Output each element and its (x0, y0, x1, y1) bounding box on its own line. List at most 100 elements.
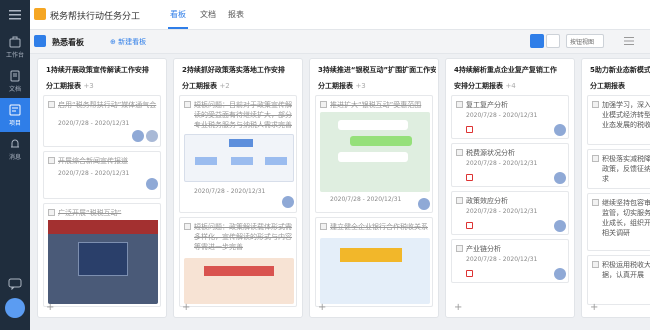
task-checkbox[interactable] (320, 101, 327, 108)
alert-icon (466, 270, 473, 277)
view-select[interactable]: 按钮视图 (566, 34, 604, 48)
add-card-button[interactable]: + (182, 302, 190, 313)
task-checkbox[interactable] (48, 101, 55, 108)
task-title: 启用“税务帮扶行动”媒体通气会 (58, 101, 157, 109)
task-card[interactable]: 推进扩大“银税互动”受惠范围 2020/7/28 - 2020/12/31 (315, 95, 433, 213)
task-checkbox[interactable] (592, 101, 599, 108)
task-date: 2020/7/28 - 2020/12/31 (466, 208, 538, 215)
task-title: 税费源状况分析 (466, 149, 515, 157)
task-checkbox[interactable] (48, 157, 55, 164)
task-checkbox[interactable] (184, 223, 191, 230)
column-title: 4持续解析重点企业复产复销工作 (454, 66, 557, 74)
card-image-banner (48, 220, 158, 234)
column-subtitle: 分工期报表 +3 (318, 81, 366, 91)
task-card[interactable]: 建立健全企业银行合作税收关系 (315, 217, 433, 307)
task-checkbox[interactable] (592, 199, 599, 206)
task-checkbox[interactable] (592, 155, 599, 162)
task-title: 建立健全企业银行合作税收关系 (330, 223, 428, 231)
board-column: 2持续抓好政策落实落地工作安排 分工期报表 +2 短板问题：目前对于政策宣传解读… (173, 58, 303, 318)
add-card-button[interactable]: + (590, 302, 598, 313)
task-card[interactable]: 开展综合新闻宣传报道 2020/7/28 - 2020/12/31 (43, 151, 161, 199)
task-card[interactable]: 产业链分析 2020/7/28 - 2020/12/31 (451, 239, 569, 283)
task-title: 积极落实减税降费政策，反馈征纳需求 (602, 155, 650, 183)
sidebar-item-docs[interactable]: 文档 (0, 64, 30, 98)
task-title: 政策效应分析 (466, 197, 508, 205)
task-title: 推进扩大“银税互动”受惠范围 (330, 101, 422, 109)
task-card[interactable]: 继续坚持包容审慎监管，切实服务企业成长，组织开展相关调研 (587, 193, 650, 251)
sidebar-item-label: 文档 (8, 85, 21, 93)
column-subtitle-text: 安排分工期报表 (454, 82, 503, 90)
user-avatar[interactable] (5, 298, 25, 318)
add-card-button[interactable]: + (46, 302, 54, 313)
board-column: 3持续推进“银税互动”扩围扩面工作安排 分工期报表 +3 推进扩大“银税互动”受… (309, 58, 439, 318)
assignee-avatar (282, 196, 294, 208)
sidebar-item-messages[interactable]: 消息 (0, 132, 30, 166)
bell-icon (11, 139, 19, 147)
board-column: 4持续解析重点企业复产复销工作 安排分工期报表 +4 复工复产分析 2020/7… (445, 58, 575, 318)
task-card[interactable]: 积极落实减税降费政策，反馈征纳需求 (587, 149, 650, 189)
task-checkbox[interactable] (456, 197, 463, 204)
tab-reports[interactable]: 报表 (228, 9, 244, 20)
column-subtitle: 分工期报表 +3 (46, 81, 94, 91)
task-date: 2020/7/28 - 2020/12/31 (466, 160, 538, 167)
task-date: 2020/7/28 - 2020/12/31 (330, 196, 402, 203)
sidebar-item-project[interactable]: 项目 (0, 98, 30, 132)
task-title: 开展综合新闻宣传报道 (58, 157, 128, 165)
column-subtitle: 安排分工期报表 +4 (454, 81, 516, 91)
task-date: 2020/7/28 - 2020/12/31 (466, 256, 538, 263)
assignee-avatar (132, 130, 144, 142)
column-title: 3持续推进“银税互动”扩围扩面工作安排 (318, 66, 436, 74)
card-view-button[interactable] (530, 34, 544, 48)
new-board-label: 新建看板 (118, 38, 147, 46)
assignee-avatar (554, 124, 566, 136)
chat-icon[interactable] (8, 278, 22, 290)
assignee-avatar (554, 268, 566, 280)
assignee-avatar (146, 178, 158, 190)
card-image (320, 112, 430, 192)
assignee-avatar (146, 130, 158, 142)
task-title: 复工复产分析 (466, 101, 508, 109)
task-checkbox[interactable] (48, 209, 55, 216)
tab-board[interactable]: 看板 (170, 9, 186, 20)
task-card[interactable]: 短板问题：目前对于政策宣传解读的受益面有待继续扩大，部分专业税务服务与纳税人需求… (179, 95, 297, 213)
project-icon (9, 104, 21, 115)
task-date: 2020/7/28 - 2020/12/31 (58, 120, 130, 127)
add-card-button[interactable]: + (318, 302, 326, 313)
assignee-avatar (554, 220, 566, 232)
top-bar: 税务帮扶行动任务分工 看板 文档 报表 (30, 0, 650, 30)
column-subtitle: 分工期报表 +2 (182, 81, 230, 91)
task-card[interactable]: 税费源状况分析 2020/7/28 - 2020/12/31 (451, 143, 569, 187)
task-title: 短板问题：目前对于政策宣传解读的受益面有待继续扩大，部分专业税务服务与纳税人需求… (194, 101, 292, 129)
task-card[interactable]: 政策效应分析 2020/7/28 - 2020/12/31 (451, 191, 569, 235)
task-card[interactable]: 复工复产分析 2020/7/28 - 2020/12/31 (451, 95, 569, 139)
task-checkbox[interactable] (184, 101, 191, 108)
task-checkbox[interactable] (456, 101, 463, 108)
column-title: 1持续开展政策宣传解读工作安排 (46, 66, 149, 74)
card-image-bubble (338, 152, 408, 162)
task-card[interactable]: 启用“税务帮扶行动”媒体通气会 2020/7/28 - 2020/12/31 (43, 95, 161, 147)
task-card[interactable]: 短板问题：政策解读载体形式需多样化，宣传解读的形式与内容等需进一步完善 (179, 217, 297, 307)
card-image (184, 134, 294, 182)
sidebar-item-workbench[interactable]: 工作台 (0, 30, 30, 64)
task-checkbox[interactable] (320, 223, 327, 230)
task-card[interactable]: 广泛开展“税税互动” (43, 203, 161, 307)
task-checkbox[interactable] (592, 261, 599, 268)
task-checkbox[interactable] (456, 149, 463, 156)
column-count: +3 (355, 82, 366, 90)
task-checkbox[interactable] (456, 245, 463, 252)
workbench-icon (9, 36, 21, 47)
card-image-node (229, 139, 253, 147)
menu-toggle[interactable] (0, 0, 30, 30)
task-card[interactable]: 加强学习，深入商业模式经济转型，业态发展的税收 (587, 95, 650, 145)
assignee-avatar (554, 172, 566, 184)
list-view-button[interactable] (546, 34, 560, 48)
alert-icon (466, 126, 473, 133)
new-board-button[interactable]: ⊕ 新建看板 (110, 37, 146, 47)
task-card[interactable]: 积极运用税收大数据，认真开展 (587, 255, 650, 305)
column-subtitle-text: 分工期报表 (318, 82, 353, 90)
tab-docs[interactable]: 文档 (200, 9, 216, 20)
more-menu-icon[interactable] (624, 37, 634, 45)
column-count: +4 (505, 82, 516, 90)
add-card-button[interactable]: + (454, 302, 462, 313)
board-collapse-icon[interactable] (34, 35, 46, 47)
